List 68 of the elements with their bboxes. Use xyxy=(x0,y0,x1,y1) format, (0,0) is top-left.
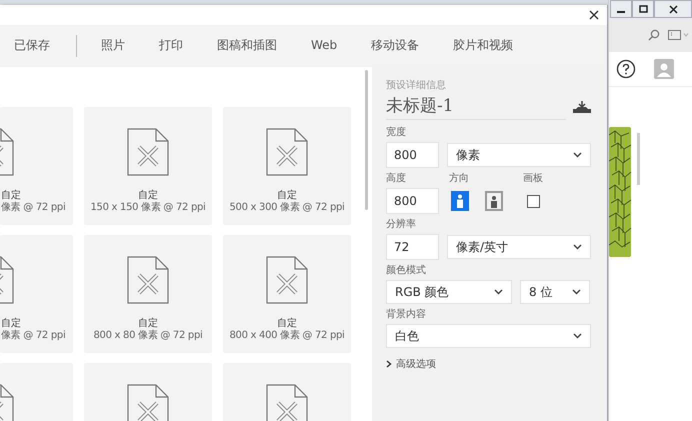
document-pencil-ruler-icon xyxy=(265,127,309,177)
document-pencil-ruler-icon xyxy=(265,383,309,421)
preset-name: 自定 xyxy=(138,190,158,202)
search-icon[interactable] xyxy=(648,29,660,41)
field-label: 背景内容 xyxy=(386,308,427,321)
preset-size: 800 x 400 像素 @ 72 ppi xyxy=(229,330,345,342)
tab[interactable]: Web xyxy=(311,34,338,58)
chevron-down-icon xyxy=(573,333,582,339)
artboard-checkbox[interactable] xyxy=(527,194,540,208)
help-icon[interactable] xyxy=(616,59,636,79)
workspace-icon[interactable] xyxy=(668,30,690,40)
preset-size: 像素 @ 72 ppi xyxy=(1,202,66,214)
preset-card[interactable]: 自定 150 x 150 像素 @ 72 ppi xyxy=(84,107,212,225)
tab[interactable]: 打印 xyxy=(159,32,183,60)
close-icon[interactable] xyxy=(587,8,601,22)
preset-card[interactable]: 自定 800 x 400 像素 @ 72 ppi xyxy=(223,235,351,353)
tab[interactable]: 胶片和视频 xyxy=(453,32,514,60)
preset-name: 自定 xyxy=(277,318,297,330)
height-field[interactable]: 800 xyxy=(386,188,439,214)
chevron-down-icon xyxy=(573,152,582,158)
resolution-field[interactable]: 72 xyxy=(386,234,439,260)
section-heading: 预设详细信息 xyxy=(386,79,447,92)
unit-dropdown[interactable]: 像素 xyxy=(447,143,591,167)
advanced-options-toggle[interactable]: 高级选项 xyxy=(386,357,436,371)
maximize-icon[interactable] xyxy=(632,0,654,18)
preset-size: 500 x 300 像素 @ 72 ppi xyxy=(229,202,345,214)
chevron-down-icon xyxy=(573,244,582,250)
color-mode-dropdown[interactable]: RGB 颜色 xyxy=(386,280,512,304)
document-pencil-ruler-icon xyxy=(126,127,170,177)
background-dropdown[interactable]: 白色 xyxy=(386,324,591,348)
scrollbar-thumb[interactable] xyxy=(637,133,640,185)
preset-name: 自定 xyxy=(1,190,21,202)
preset-name: 自定 xyxy=(138,318,158,330)
preset-size: 150 x 150 像素 @ 72 ppi xyxy=(90,202,206,214)
field-label: 宽度 xyxy=(386,126,407,139)
chevron-down-icon xyxy=(494,289,503,295)
tab[interactable]: 照片 xyxy=(101,32,125,60)
tab[interactable]: 已保存 xyxy=(14,32,50,60)
document-name-field[interactable]: 未标题-1 xyxy=(386,94,566,120)
save-preset-icon[interactable] xyxy=(573,101,591,113)
chevron-right-icon xyxy=(386,360,392,368)
preset-size: 800 x 80 像素 @ 72 ppi xyxy=(93,330,202,342)
field-label: 画板 xyxy=(523,172,543,185)
unit-dropdown[interactable]: 像素/英寸 xyxy=(447,235,591,259)
bit-depth-dropdown[interactable]: 8 位 xyxy=(520,280,590,304)
preset-size: 像素 @ 72 ppi xyxy=(1,330,66,342)
document-pencil-ruler-icon xyxy=(265,255,309,305)
portrait-icon[interactable] xyxy=(451,191,469,211)
field-label: 方向 xyxy=(449,172,470,185)
document-pencil-ruler-icon xyxy=(126,255,170,305)
preset-card[interactable]: 自定 像素 @ 72 ppi xyxy=(0,107,73,225)
scrollbar-thumb[interactable] xyxy=(364,70,368,210)
minimize-icon[interactable] xyxy=(610,0,632,18)
preset-name: 自定 xyxy=(277,190,297,202)
preset-card[interactable]: 自定 800 x 80 像素 @ 72 ppi xyxy=(84,235,212,353)
field-label: 分辨率 xyxy=(386,218,417,231)
tab[interactable]: 移动设备 xyxy=(371,32,420,60)
preset-card[interactable]: 自定 像素 @ 72 ppi xyxy=(0,235,73,353)
document-pencil-ruler-icon xyxy=(126,383,170,421)
width-field[interactable]: 800 xyxy=(386,142,439,168)
field-label: 颜色模式 xyxy=(386,264,427,277)
field-label: 高度 xyxy=(386,172,407,185)
landscape-icon[interactable] xyxy=(485,191,503,211)
preset-card[interactable]: 自定 500 x 300 像素 @ 72 ppi xyxy=(223,107,351,225)
preset-name: 自定 xyxy=(1,318,21,330)
tab[interactable]: 图稿和插图 xyxy=(217,32,277,60)
chevron-down-icon xyxy=(572,289,581,295)
close-icon[interactable] xyxy=(654,0,692,18)
